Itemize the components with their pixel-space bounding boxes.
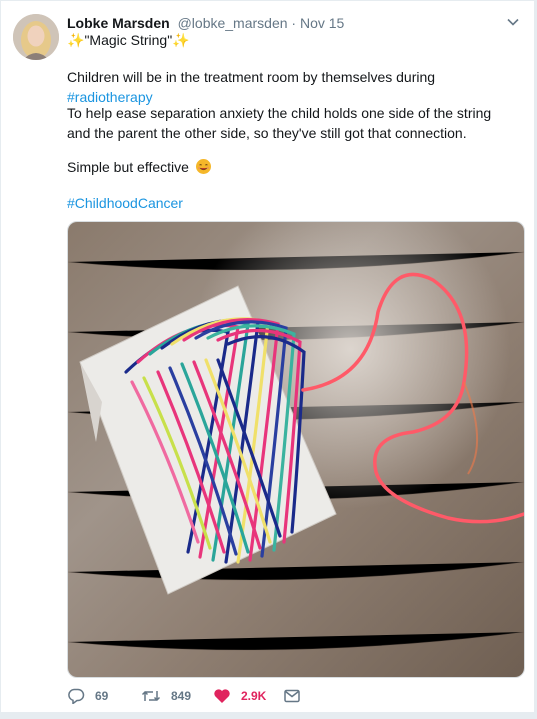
like-button[interactable]: 2.9K [213, 685, 266, 707]
tweet-text-paragraph-4: #ChildhoodCancer [67, 193, 507, 213]
tweet-text-paragraph-1: Children will be in the treatment room b… [67, 67, 507, 107]
direct-message-button[interactable] [284, 685, 310, 707]
paragraph-1-text: Children will be in the treatment room b… [67, 69, 436, 85]
tweet-header: Lobke Marsden @lobke_marsden · Nov 15 [67, 14, 497, 32]
avatar-image [13, 14, 59, 60]
sparkle-icon: ✨ [172, 32, 190, 48]
hashtag-childhoodcancer[interactable]: #ChildhoodCancer [67, 195, 183, 211]
reply-count: 69 [95, 689, 109, 703]
author-name[interactable]: Lobke Marsden [67, 15, 170, 31]
paragraph-3-text: Simple but effective [67, 159, 189, 175]
avatar[interactable] [13, 14, 59, 60]
string-card-photo [68, 222, 524, 677]
tweet-actions: 69 849 2.9K [67, 685, 467, 707]
tweet-card[interactable]: Lobke Marsden @lobke_marsden · Nov 15 ✨"… [0, 0, 535, 713]
tweet-subtitle: ✨"Magic String"✨ [67, 31, 190, 49]
author-handle[interactable]: @lobke_marsden [178, 15, 288, 31]
reply-button[interactable]: 69 [67, 685, 108, 707]
reply-icon [68, 688, 85, 704]
smiling-face-icon [195, 159, 211, 174]
direct-message-icon [284, 689, 300, 703]
subtitle-text: "Magic String" [84, 32, 173, 48]
retweet-icon [141, 690, 161, 702]
retweet-button[interactable]: 849 [141, 685, 191, 707]
tweet-text-paragraph-2: To help ease separation anxiety the chil… [67, 105, 492, 141]
heart-icon [214, 689, 230, 703]
retweet-count: 849 [171, 689, 192, 703]
tweet-text-paragraph-3: Simple but effective [67, 157, 507, 177]
chevron-down-icon[interactable] [506, 15, 520, 29]
separator-dot: · [291, 15, 297, 31]
timestamp[interactable]: Nov 15 [300, 15, 344, 31]
sparkle-icon: ✨ [67, 32, 85, 48]
tweet-photo[interactable] [67, 221, 525, 678]
like-count: 2.9K [241, 689, 267, 703]
